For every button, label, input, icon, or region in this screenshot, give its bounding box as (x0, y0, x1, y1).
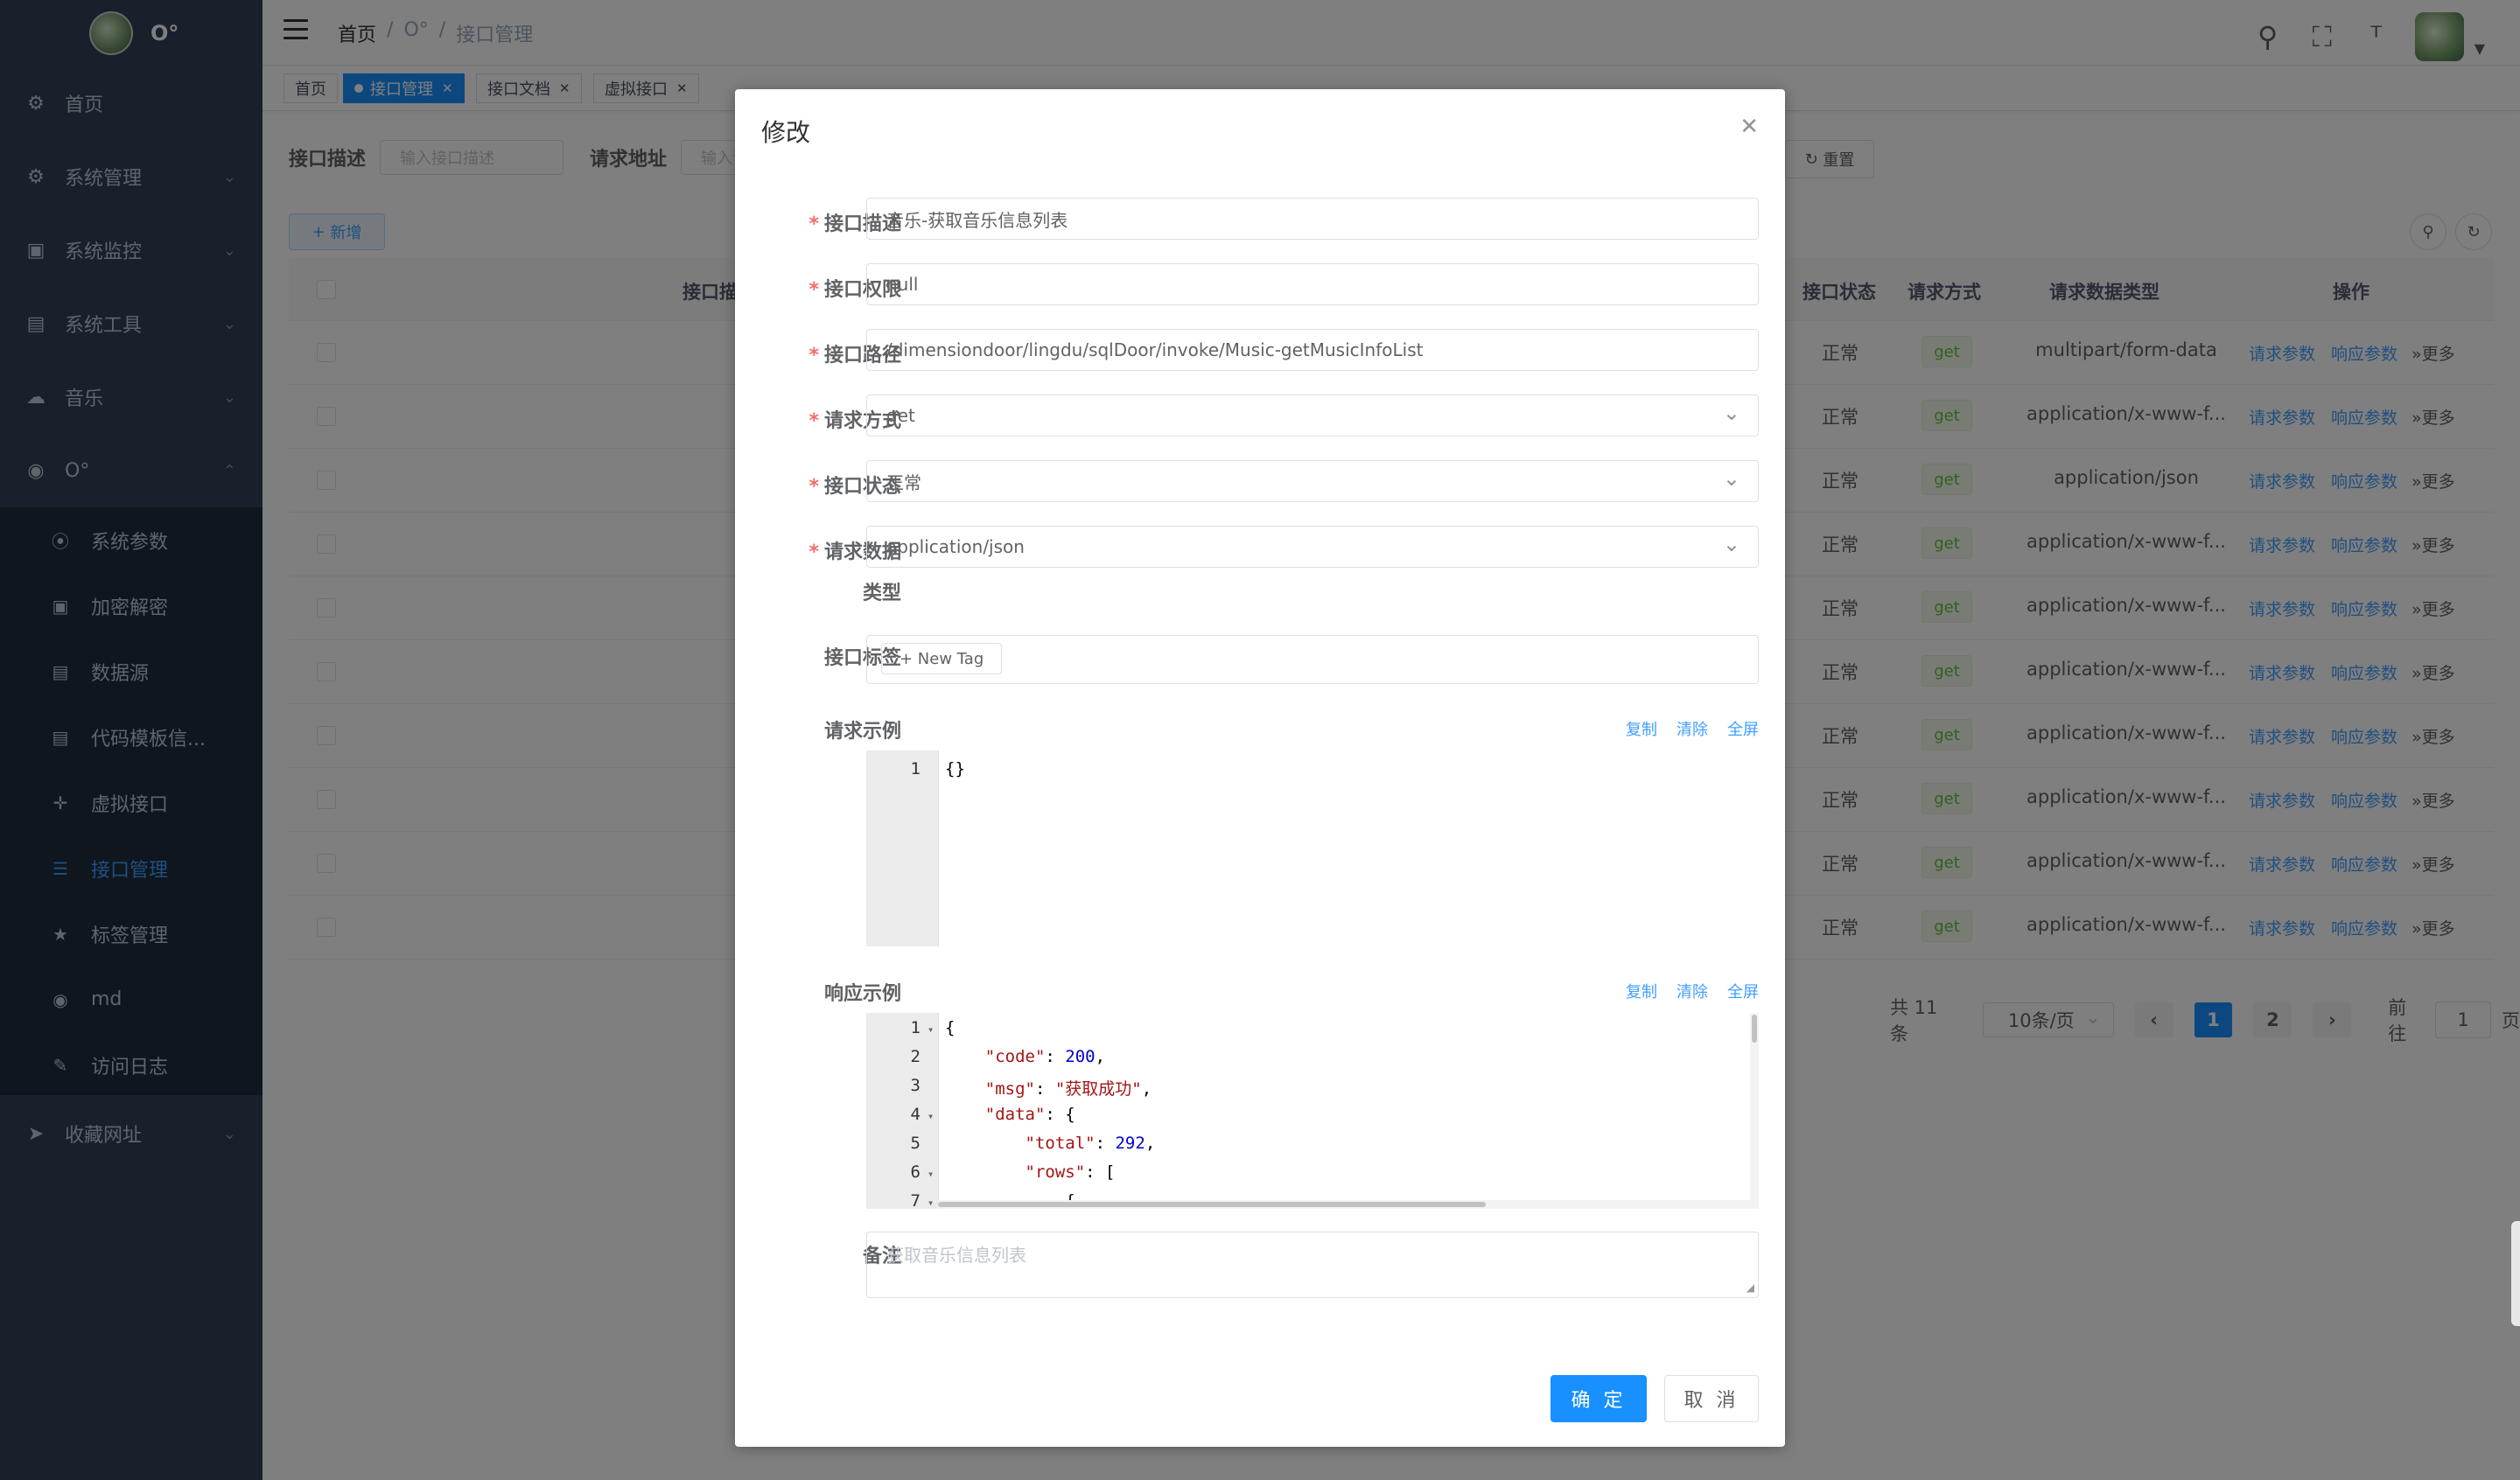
code-token: [ (1105, 1162, 1116, 1182)
fullscreen-button[interactable]: 全屏 (1727, 980, 1759, 1002)
remark-textarea[interactable]: 获取音乐信息列表 ◢ (866, 1232, 1759, 1298)
path-input[interactable]: /dimensiondoor/lingdu/sqlDoor/invoke/Mus… (866, 329, 1759, 371)
line-number: 4 (910, 1105, 920, 1124)
perm-input[interactable]: null (866, 263, 1759, 305)
line-number: 7 (910, 1191, 920, 1209)
resp-example-label: 响应示例 (823, 983, 901, 1005)
editor-gutter (866, 750, 939, 946)
code-line: "code": 200, (984, 1047, 1106, 1066)
req-editor-actions: 复制 清除 全屏 (1626, 717, 1759, 740)
new-tag-button[interactable]: + New Tag (881, 643, 1003, 674)
fold-toggle-icon[interactable]: ▾ (928, 1023, 934, 1036)
status-select[interactable]: 正常 (866, 460, 1759, 502)
copy-button[interactable]: 复制 (1626, 980, 1657, 1002)
code-token: { (1065, 1105, 1075, 1124)
cancel-button[interactable]: 取 消 (1664, 1375, 1759, 1422)
horizontal-scrollbar[interactable] (938, 1200, 1750, 1209)
fold-toggle-icon[interactable]: ▾ (928, 1197, 934, 1209)
code-token: "data" (984, 1105, 1046, 1124)
code-token: "msg" (984, 1079, 1035, 1099)
remark-placeholder: 获取音乐信息列表 (886, 1245, 1026, 1266)
code-line: "msg": "获取成功", (984, 1079, 1152, 1099)
close-icon[interactable]: ✕ (1740, 114, 1759, 140)
fold-toggle-icon[interactable]: ▾ (928, 1168, 934, 1180)
resp-editor-actions: 复制 清除 全屏 (1626, 980, 1759, 1002)
clear-button[interactable]: 清除 (1676, 980, 1708, 1002)
request-code-editor[interactable]: 1 {} (866, 750, 1759, 946)
ctype-select[interactable]: application/json (866, 526, 1759, 568)
code-token: "rows" (1025, 1162, 1086, 1182)
confirm-button[interactable]: 确 定 (1550, 1375, 1647, 1422)
line-number: 6 (910, 1162, 920, 1182)
resize-handle-icon[interactable]: ◢ (1746, 1281, 1754, 1294)
code-token: "获取成功" (1054, 1079, 1142, 1099)
desc-input[interactable]: 音乐-获取音乐信息列表 (866, 198, 1759, 240)
response-code-editor[interactable]: 1 ▾ 2 3 4 ▾ 5 6 ▾ 7 ▾ { "code": 200, "msg": "获取成功"… (866, 1013, 1759, 1209)
method-select[interactable]: get (866, 394, 1759, 436)
code-token: "total" (1025, 1134, 1096, 1153)
line-number: 5 (910, 1134, 920, 1153)
code-line: "data": { (984, 1105, 1075, 1124)
scroll-thumb[interactable] (938, 1202, 1486, 1207)
clear-button[interactable]: 清除 (1676, 717, 1708, 740)
line-number: 3 (910, 1076, 920, 1095)
dialog-title: 修改 (761, 118, 811, 147)
line-number: 1 (910, 759, 920, 778)
copy-button[interactable]: 复制 (1626, 717, 1657, 740)
code-line: "rows": [ (1025, 1162, 1116, 1182)
fullscreen-button[interactable]: 全屏 (1727, 717, 1759, 740)
settings-drawer-handle[interactable] (2511, 1221, 2520, 1326)
code-line: {} (945, 759, 965, 778)
ctype-label-line2: 类型 (862, 583, 901, 604)
line-number: 2 (910, 1047, 920, 1066)
vertical-scrollbar[interactable] (1750, 1013, 1759, 1209)
edit-dialog: 修改 ✕ * 接口描述 音乐-获取音乐信息列表 * 接口权限 null * 接口路径 … (735, 89, 1785, 1447)
code-line: "total": 292, (1025, 1134, 1156, 1153)
line-number: 1 (910, 1018, 920, 1037)
code-token: 292 (1115, 1134, 1145, 1153)
tags-field: + New Tag (866, 635, 1759, 684)
req-example-label: 请求示例 (823, 721, 901, 743)
code-token: 200 (1065, 1047, 1096, 1066)
scroll-thumb[interactable] (1752, 1015, 1757, 1043)
code-token: "code" (984, 1047, 1046, 1066)
code-token: { (945, 1018, 956, 1037)
fold-toggle-icon[interactable]: ▾ (928, 1110, 934, 1122)
code-line: { (945, 1018, 955, 1037)
